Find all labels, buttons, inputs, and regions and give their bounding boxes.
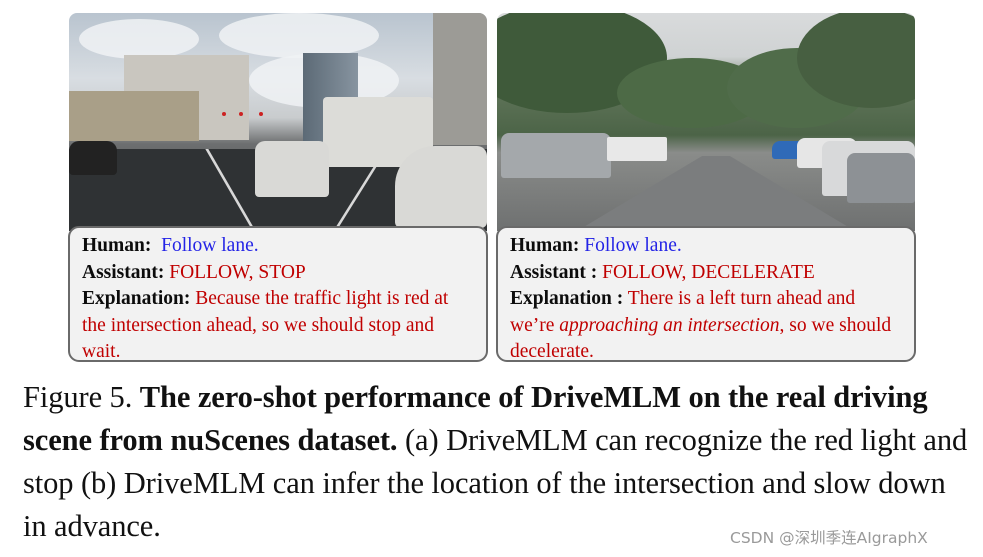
red-traffic-light <box>239 112 243 116</box>
dialog-box-b: Human: Follow lane. Assistant : FOLLOW, … <box>496 226 916 362</box>
parking-structure <box>69 91 199 141</box>
caption-prefix: Figure 5. <box>23 380 140 414</box>
cloud <box>79 19 199 59</box>
driving-scene-image-a <box>69 13 487 231</box>
human-line: Human: Follow lane. <box>82 233 486 260</box>
assistant-text: FOLLOW, STOP <box>169 261 306 283</box>
lead-car <box>255 141 329 197</box>
assistant-text: FOLLOW, DECELERATE <box>602 261 815 283</box>
left-car <box>69 141 117 175</box>
panel-b: Human: Follow lane. Assistant : FOLLOW, … <box>496 13 916 362</box>
red-traffic-light <box>222 112 226 116</box>
assistant-line: Assistant : FOLLOW, DECELERATE <box>510 260 914 287</box>
parked-suv <box>501 133 611 178</box>
human-text: Follow lane. <box>161 235 259 256</box>
explanation-label: Explanation : <box>510 288 624 309</box>
red-traffic-light <box>259 112 263 116</box>
explanation-label: Explanation: <box>82 288 191 309</box>
assistant-label: Assistant : <box>510 261 598 283</box>
explanation-text-italic: approaching an intersection <box>559 314 780 336</box>
assistant-line: Assistant: FOLLOW, STOP <box>82 260 486 287</box>
cloud <box>219 13 379 58</box>
parked-car-gray <box>847 153 915 203</box>
parked-truck <box>607 137 667 161</box>
human-line: Human: Follow lane. <box>510 233 914 260</box>
right-building <box>433 13 487 145</box>
explanation-line: Explanation : There is a left turn ahead… <box>510 286 914 366</box>
explanation-line: Explanation: Because the traffic light i… <box>82 286 486 366</box>
assistant-label: Assistant: <box>82 261 165 283</box>
watermark: CSDN @深圳季连AIgraphX <box>730 529 928 547</box>
human-label: Human: <box>510 235 580 256</box>
human-text: Follow lane. <box>584 235 682 256</box>
dialog-box-a: Human: Follow lane. Assistant: FOLLOW, S… <box>68 226 488 362</box>
right-car <box>395 146 487 228</box>
panel-a: Human: Follow lane. Assistant: FOLLOW, S… <box>68 13 488 362</box>
figure-caption: Figure 5. The zero-shot performance of D… <box>23 376 973 548</box>
driving-scene-image-b <box>497 13 915 231</box>
human-label: Human: <box>82 235 152 256</box>
